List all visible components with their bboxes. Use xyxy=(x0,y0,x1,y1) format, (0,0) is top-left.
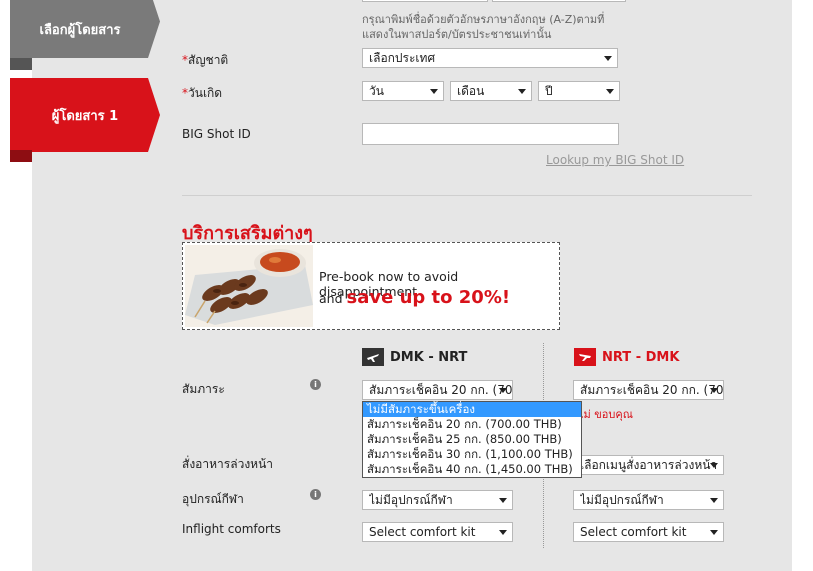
info-icon[interactable]: i xyxy=(310,379,321,390)
sports-return-select[interactable]: ไม่มีอุปกรณ์กีฬา xyxy=(573,490,724,510)
chevron-down-icon xyxy=(710,530,718,535)
comfort-label: Inflight comforts xyxy=(182,522,281,536)
dob-month-select[interactable]: เดือน xyxy=(450,81,532,101)
chevron-down-icon xyxy=(710,388,718,393)
first-name-input[interactable] xyxy=(362,0,488,2)
tab-fold xyxy=(10,58,32,70)
name-hint: กรุณาพิมพ์ชื่อด้วยตัวอักษรภาษาอังกฤษ (A-… xyxy=(362,13,605,41)
chevron-down-icon xyxy=(518,89,526,94)
tab-passenger-1[interactable]: ผู้โดยสาร 1 xyxy=(10,78,160,152)
chevron-down-icon xyxy=(430,89,438,94)
baggage-option[interactable]: สัมภาระเช็คอิน 25 กก. (850.00 THB) xyxy=(363,432,581,447)
tab-fold xyxy=(10,150,32,162)
info-icon[interactable]: i xyxy=(310,489,321,500)
tab-passenger-1-label: ผู้โดยสาร 1 xyxy=(51,108,119,124)
baggage-option[interactable]: สัมภาระเช็คอิน 30 กก. (1,100.00 THB) xyxy=(363,447,581,462)
tab-select-passenger[interactable]: เลือกผู้โดยสาร xyxy=(10,0,160,58)
dob-label: *วันเกิด xyxy=(182,86,223,100)
comfort-outbound-select[interactable]: Select comfort kit xyxy=(362,522,513,542)
last-name-input[interactable] xyxy=(492,0,626,2)
baggage-return-select[interactable]: สัมภาระเช็คอิน 20 กก. (700.00 THB) xyxy=(573,380,724,400)
baggage-dropdown-list[interactable]: ไม่มีสัมภาระขึ้นเครื่อง สัมภาระเช็คอิน 2… xyxy=(362,401,582,478)
chevron-down-icon xyxy=(499,388,507,393)
baggage-option[interactable]: ไม่มีสัมภาระขึ้นเครื่อง xyxy=(363,402,581,417)
no-thanks-link[interactable]: ไม่ ขอบคุณ xyxy=(578,405,633,423)
sports-label: อุปกรณ์กีฬา xyxy=(182,492,244,506)
chevron-down-icon xyxy=(499,498,507,503)
sports-outbound-select[interactable]: ไม่มีอุปกรณ์กีฬา xyxy=(362,490,513,510)
satay-food-image xyxy=(185,245,313,327)
chevron-down-icon xyxy=(606,89,614,94)
plane-departure-icon xyxy=(362,348,384,366)
dob-year-select[interactable]: ปี xyxy=(538,81,620,101)
comfort-return-select[interactable]: Select comfort kit xyxy=(573,522,724,542)
route-outbound-label: DMK - NRT xyxy=(390,349,468,365)
promo-banner[interactable]: Pre-book now to avoid disappointment and… xyxy=(182,242,560,330)
lookup-bigshot-link[interactable]: Lookup my BIG Shot ID xyxy=(546,153,684,167)
meal-return-select[interactable]: เลือกเมนูสั่งอาหารล่วงหน้า xyxy=(573,455,724,475)
baggage-label: สัมภาระ xyxy=(182,382,225,396)
chevron-down-icon xyxy=(499,530,507,535)
route-outbound-header: DMK - NRT xyxy=(362,348,467,366)
tab-select-passenger-label: เลือกผู้โดยสาร xyxy=(39,22,121,38)
chevron-down-icon xyxy=(710,498,718,503)
route-return-header: NRT - DMK xyxy=(574,348,679,366)
nationality-label: *สัญชาติ xyxy=(182,53,229,67)
section-divider xyxy=(182,195,752,196)
route-return-label: NRT - DMK xyxy=(602,349,680,365)
dob-day-select[interactable]: วัน xyxy=(362,81,444,101)
nationality-select[interactable]: เลือกประเทศ xyxy=(362,48,618,68)
baggage-option[interactable]: สัมภาระเช็คอิน 40 กก. (1,450.00 THB) xyxy=(363,462,581,477)
meal-label: สั่งอาหารล่วงหน้า xyxy=(182,457,274,471)
promo-line-2: and save up to 20%! xyxy=(319,287,511,308)
baggage-outbound-select[interactable]: สัมภาระเช็คอิน 20 กก. (700.00 THB) xyxy=(362,380,513,400)
baggage-option[interactable]: สัมภาระเช็คอิน 20 กก. (700.00 THB) xyxy=(363,417,581,432)
chevron-down-icon xyxy=(604,56,612,61)
bigshot-input[interactable] xyxy=(362,123,619,145)
plane-arrival-icon xyxy=(574,348,596,366)
bigshot-label: BIG Shot ID xyxy=(182,127,251,141)
chevron-down-icon xyxy=(710,463,718,468)
